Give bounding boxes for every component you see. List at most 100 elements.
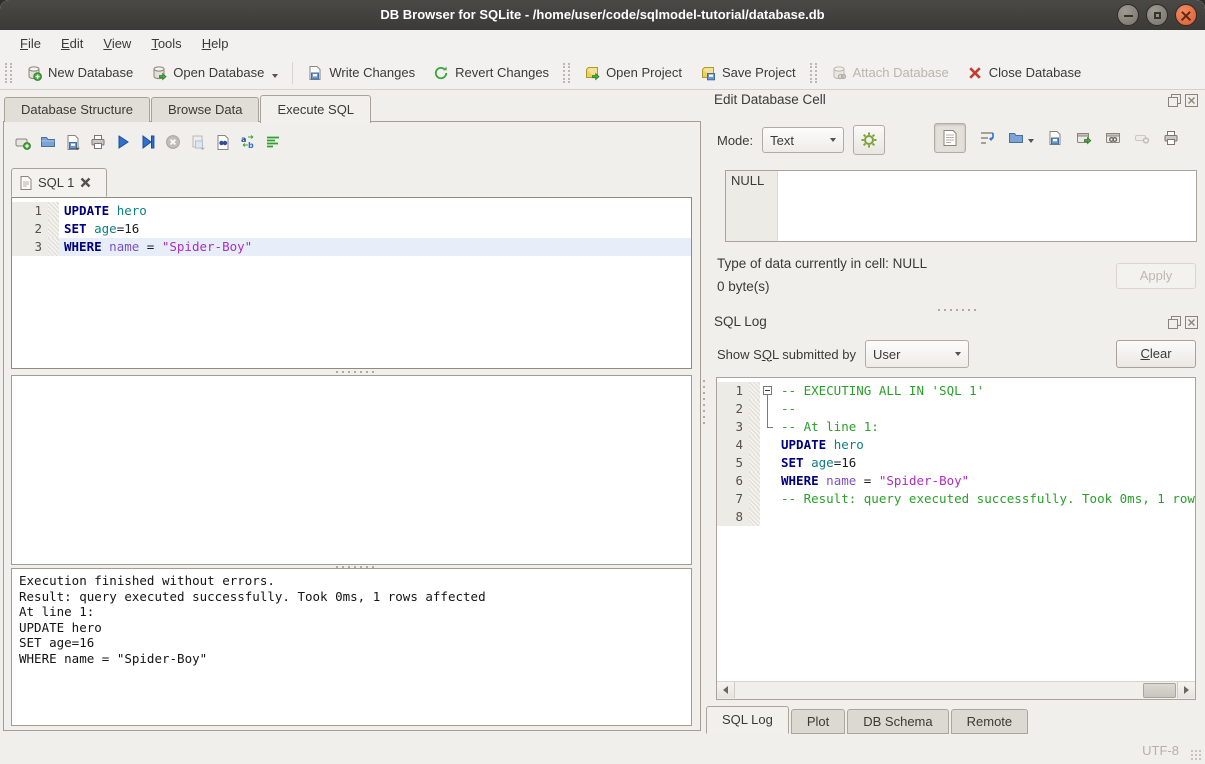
- text-mode-toggle-button[interactable]: [934, 123, 966, 153]
- maximize-button[interactable]: [1146, 4, 1168, 26]
- menu-edit[interactable]: Edit: [51, 33, 93, 54]
- titlebar[interactable]: DB Browser for SQLite - /home/user/code/…: [0, 0, 1205, 31]
- dock-tab-plot[interactable]: Plot: [791, 709, 845, 734]
- set-null-icon: [1134, 130, 1150, 146]
- write-changes-icon: [307, 65, 323, 81]
- export-data-icon[interactable]: [1047, 130, 1063, 146]
- save-project-icon: [700, 65, 716, 81]
- menu-file[interactable]: File: [10, 33, 51, 54]
- word-wrap-icon[interactable]: [979, 130, 995, 146]
- dock-tab-db-schema[interactable]: DB Schema: [847, 709, 948, 734]
- scrollbar-track[interactable]: [735, 682, 1177, 699]
- execute-sql-icon[interactable]: [115, 134, 131, 150]
- sql-document-tab[interactable]: SQL 1: [11, 168, 107, 197]
- menu-help[interactable]: Help: [192, 33, 239, 54]
- execute-current-line-icon[interactable]: [140, 134, 156, 150]
- save-sql-file-icon[interactable]: [65, 134, 81, 150]
- close-database-button[interactable]: Close Database: [958, 61, 1091, 85]
- cell-mode-row: Mode: Text: [717, 125, 885, 155]
- scrollbar-thumb[interactable]: [1143, 683, 1176, 698]
- mode-dropdown-icon: [830, 138, 836, 142]
- execution-status-log[interactable]: Execution finished without errors. Resul…: [11, 568, 692, 726]
- find-replace-icon[interactable]: ab: [240, 134, 256, 150]
- open-project-button[interactable]: Open Project: [575, 61, 691, 85]
- open-database-dropdown-icon[interactable]: [272, 74, 278, 78]
- print-sql-icon[interactable]: [90, 134, 106, 150]
- new-database-button[interactable]: New Database: [17, 61, 142, 85]
- edit-cell-title: Edit Database Cell: [714, 92, 826, 107]
- revert-changes-label: Revert Changes: [455, 65, 549, 80]
- cell-editor-toolbar: [934, 123, 1179, 153]
- dock-tab-bar: SQL Log Plot DB Schema Remote: [706, 708, 1030, 734]
- mode-value: Text: [770, 133, 794, 148]
- format-sql-icon[interactable]: [265, 134, 281, 150]
- sql-log-dock-controls: [1168, 316, 1198, 329]
- float-dock-icon[interactable]: [1168, 94, 1181, 107]
- encoding-indicator[interactable]: UTF-8: [1142, 743, 1179, 758]
- sql-toolbar: ab: [15, 130, 281, 154]
- new-sql-tab-icon[interactable]: [15, 134, 31, 150]
- left-triangle-icon: [723, 686, 728, 694]
- dock-tab-remote[interactable]: Remote: [951, 709, 1029, 734]
- close-dock-icon[interactable]: [1185, 316, 1198, 329]
- cell-size-info: 0 byte(s): [717, 279, 770, 294]
- open-sql-file-icon[interactable]: [40, 134, 56, 150]
- tab-database-structure[interactable]: Database Structure: [4, 97, 150, 122]
- link-cell-icon[interactable]: [1105, 130, 1121, 146]
- print-cell-icon[interactable]: [1163, 130, 1179, 146]
- toolbar-drag-handle[interactable]: [810, 63, 817, 83]
- submitter-dropdown-icon: [955, 352, 961, 356]
- write-changes-button[interactable]: Write Changes: [298, 61, 424, 85]
- open-project-label: Open Project: [606, 65, 682, 80]
- sql-log-hscrollbar[interactable]: [717, 681, 1195, 699]
- cell-value-editor[interactable]: NULL: [725, 170, 1197, 242]
- sql-editor[interactable]: 1UPDATE hero2SET age=163WHERE name = "Sp…: [11, 197, 692, 369]
- submitter-value: User: [873, 347, 900, 362]
- import-data-button[interactable]: [1008, 130, 1034, 146]
- scroll-right-arrow[interactable]: [1177, 682, 1195, 698]
- text-document-icon: [943, 130, 957, 146]
- open-database-button[interactable]: Open Database: [142, 61, 287, 85]
- open-database-icon: [151, 65, 167, 81]
- menu-view[interactable]: View: [93, 33, 141, 54]
- toolbar-separator: [292, 62, 293, 84]
- close-button[interactable]: [1175, 4, 1197, 26]
- tab-execute-sql[interactable]: Execute SQL: [260, 95, 371, 123]
- submitter-select[interactable]: User: [865, 340, 969, 368]
- toolbar-drag-handle[interactable]: [563, 63, 570, 83]
- auto-switch-mode-button[interactable]: [853, 125, 885, 155]
- sql-tab-label: SQL 1: [38, 175, 74, 190]
- results-pane[interactable]: [11, 375, 692, 565]
- toolbar-drag-handle[interactable]: [5, 63, 12, 83]
- revert-changes-icon: [433, 65, 449, 81]
- attach-database-icon: [831, 65, 847, 81]
- save-project-button[interactable]: Save Project: [691, 61, 805, 85]
- find-in-sql-icon[interactable]: [215, 134, 231, 150]
- close-dock-icon[interactable]: [1185, 94, 1198, 107]
- cell-text-area[interactable]: [778, 171, 1196, 241]
- save-results-icon: [190, 134, 206, 150]
- revert-changes-button[interactable]: Revert Changes: [424, 61, 558, 85]
- menu-tools[interactable]: Tools: [141, 33, 191, 54]
- attach-database-button: Attach Database: [822, 61, 958, 85]
- minimize-button[interactable]: [1117, 4, 1139, 26]
- open-in-external-icon[interactable]: [1076, 130, 1092, 146]
- resize-grip[interactable]: [1190, 749, 1202, 761]
- open-database-label: Open Database: [173, 65, 264, 80]
- tab-browse-data[interactable]: Browse Data: [151, 97, 259, 122]
- edit-cell-dock-controls: [1168, 94, 1198, 107]
- sql-log-lines: 1-- EXECUTING ALL IN 'SQL 1'2--3-- At li…: [717, 378, 1195, 668]
- window-title: DB Browser for SQLite - /home/user/code/…: [380, 7, 824, 22]
- mode-select[interactable]: Text: [762, 127, 844, 153]
- dock-tab-sql-log[interactable]: SQL Log: [706, 706, 789, 734]
- save-project-label: Save Project: [722, 65, 796, 80]
- attach-database-label: Attach Database: [853, 65, 949, 80]
- dock-splitter[interactable]: [936, 308, 976, 313]
- sql-log-view[interactable]: 1-- EXECUTING ALL IN 'SQL 1'2--3-- At li…: [716, 377, 1196, 700]
- close-sql-tab-icon[interactable]: [80, 177, 91, 188]
- scroll-left-arrow[interactable]: [717, 682, 735, 698]
- apply-button: Apply: [1116, 263, 1196, 289]
- sql-log-title: SQL Log: [714, 314, 767, 329]
- clear-log-button[interactable]: Clear: [1116, 340, 1196, 368]
- float-dock-icon[interactable]: [1168, 316, 1181, 329]
